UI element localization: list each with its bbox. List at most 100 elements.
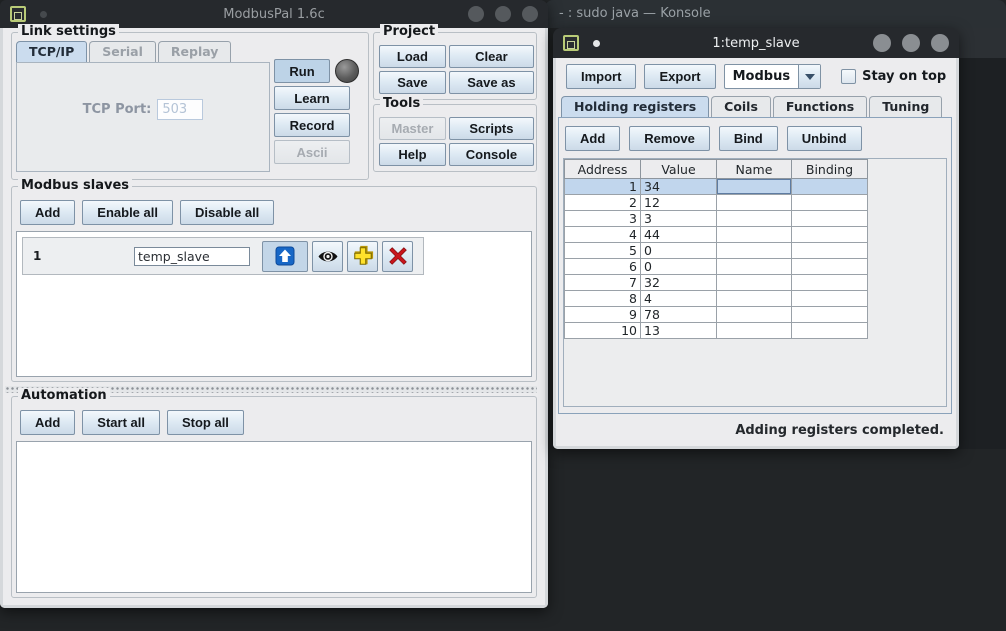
registers-header-row[interactable]: Address Value Name Binding	[565, 160, 868, 179]
start-all-button[interactable]: Start all	[82, 410, 160, 435]
cell-address[interactable]: 3	[565, 211, 641, 227]
maximize-button[interactable]	[495, 6, 511, 22]
slave-duplicate-button[interactable]	[347, 241, 378, 272]
cell-value[interactable]: 34	[641, 179, 717, 195]
slave-editor-titlebar[interactable]: 1:temp_slave	[553, 28, 959, 58]
save-button[interactable]: Save	[379, 71, 446, 94]
col-value[interactable]: Value	[641, 160, 717, 179]
register-row[interactable]: 212	[565, 195, 868, 211]
register-row[interactable]: 84	[565, 291, 868, 307]
enable-all-button[interactable]: Enable all	[82, 200, 173, 225]
cell-name[interactable]	[717, 179, 792, 195]
minimize-button[interactable]	[873, 34, 891, 52]
slave-add-button[interactable]: Add	[20, 200, 75, 225]
register-row[interactable]: 60	[565, 259, 868, 275]
cell-name[interactable]	[717, 243, 792, 259]
register-row[interactable]: 134	[565, 179, 868, 195]
load-button[interactable]: Load	[379, 45, 446, 68]
register-row[interactable]: 732	[565, 275, 868, 291]
cell-value[interactable]: 4	[641, 291, 717, 307]
slave-name-input[interactable]	[134, 247, 250, 266]
import-button[interactable]: Import	[566, 64, 636, 89]
cell-binding[interactable]	[792, 195, 868, 211]
col-binding[interactable]: Binding	[792, 160, 868, 179]
cell-name[interactable]	[717, 227, 792, 243]
close-button[interactable]	[931, 34, 949, 52]
col-name[interactable]: Name	[717, 160, 792, 179]
cell-binding[interactable]	[792, 211, 868, 227]
cell-binding[interactable]	[792, 227, 868, 243]
cell-name[interactable]	[717, 195, 792, 211]
tcp-port-input[interactable]	[157, 99, 203, 120]
cell-binding[interactable]	[792, 259, 868, 275]
cell-address[interactable]: 4	[565, 227, 641, 243]
register-unbind-button[interactable]: Unbind	[787, 126, 862, 151]
scripts-button[interactable]: Scripts	[449, 117, 534, 140]
cell-binding[interactable]	[792, 179, 868, 195]
slave-view-button[interactable]	[312, 241, 343, 272]
cell-name[interactable]	[717, 259, 792, 275]
cell-name[interactable]	[717, 323, 792, 339]
register-row[interactable]: 33	[565, 211, 868, 227]
run-button[interactable]: Run	[274, 59, 330, 83]
cell-name[interactable]	[717, 307, 792, 323]
cell-binding[interactable]	[792, 243, 868, 259]
help-button[interactable]: Help	[379, 143, 446, 166]
konsole-titlebar[interactable]: - : sudo java — Konsole	[545, 0, 1006, 28]
cell-address[interactable]: 6	[565, 259, 641, 275]
stay-on-top-checkbox[interactable]: Stay on top	[841, 69, 946, 84]
cell-value[interactable]: 13	[641, 323, 717, 339]
cell-address[interactable]: 7	[565, 275, 641, 291]
register-remove-button[interactable]: Remove	[629, 126, 710, 151]
learn-button[interactable]: Learn	[274, 86, 350, 110]
register-add-button[interactable]: Add	[565, 126, 620, 151]
tab-holding-registers[interactable]: Holding registers	[561, 96, 709, 117]
cell-value[interactable]: 0	[641, 259, 717, 275]
cell-binding[interactable]	[792, 307, 868, 323]
slave-delete-button[interactable]	[382, 241, 413, 272]
stop-all-button[interactable]: Stop all	[167, 410, 244, 435]
cell-address[interactable]: 8	[565, 291, 641, 307]
cell-value[interactable]: 0	[641, 243, 717, 259]
register-bind-button[interactable]: Bind	[719, 126, 778, 151]
cell-value[interactable]: 3	[641, 211, 717, 227]
maximize-button[interactable]	[902, 34, 920, 52]
mode-combobox[interactable]: Modbus	[724, 64, 821, 89]
register-row[interactable]: 978	[565, 307, 868, 323]
cell-binding[interactable]	[792, 275, 868, 291]
cell-address[interactable]: 1	[565, 179, 641, 195]
tab-replay[interactable]: Replay	[158, 41, 232, 62]
cell-value[interactable]: 44	[641, 227, 717, 243]
slave-row[interactable]: 1	[22, 237, 424, 275]
chevron-down-icon[interactable]	[798, 65, 820, 88]
cell-value[interactable]: 78	[641, 307, 717, 323]
tab-tcpip[interactable]: TCP/IP	[16, 41, 87, 62]
cell-value[interactable]: 32	[641, 275, 717, 291]
export-button[interactable]: Export	[644, 64, 715, 89]
cell-address[interactable]: 5	[565, 243, 641, 259]
checkbox-icon[interactable]	[841, 69, 856, 84]
disable-all-button[interactable]: Disable all	[180, 200, 274, 225]
cell-address[interactable]: 10	[565, 323, 641, 339]
col-address[interactable]: Address	[565, 160, 641, 179]
clear-button[interactable]: Clear	[449, 45, 534, 68]
tab-serial[interactable]: Serial	[89, 41, 156, 62]
automation-add-button[interactable]: Add	[20, 410, 75, 435]
cell-name[interactable]	[717, 275, 792, 291]
tab-functions[interactable]: Functions	[773, 96, 867, 117]
tab-tuning[interactable]: Tuning	[869, 96, 942, 117]
cell-binding[interactable]	[792, 291, 868, 307]
slave-enable-toggle[interactable]	[262, 241, 308, 272]
record-button[interactable]: Record	[274, 113, 350, 137]
minimize-button[interactable]	[468, 6, 484, 22]
cell-address[interactable]: 2	[565, 195, 641, 211]
tab-coils[interactable]: Coils	[711, 96, 771, 117]
cell-address[interactable]: 9	[565, 307, 641, 323]
cell-name[interactable]	[717, 211, 792, 227]
register-row[interactable]: 1013	[565, 323, 868, 339]
register-row[interactable]: 50	[565, 243, 868, 259]
save-as-button[interactable]: Save as	[449, 71, 534, 94]
registers-scrollpane[interactable]: Address Value Name Binding 1342123344450…	[563, 158, 947, 407]
cell-binding[interactable]	[792, 323, 868, 339]
console-button[interactable]: Console	[449, 143, 534, 166]
